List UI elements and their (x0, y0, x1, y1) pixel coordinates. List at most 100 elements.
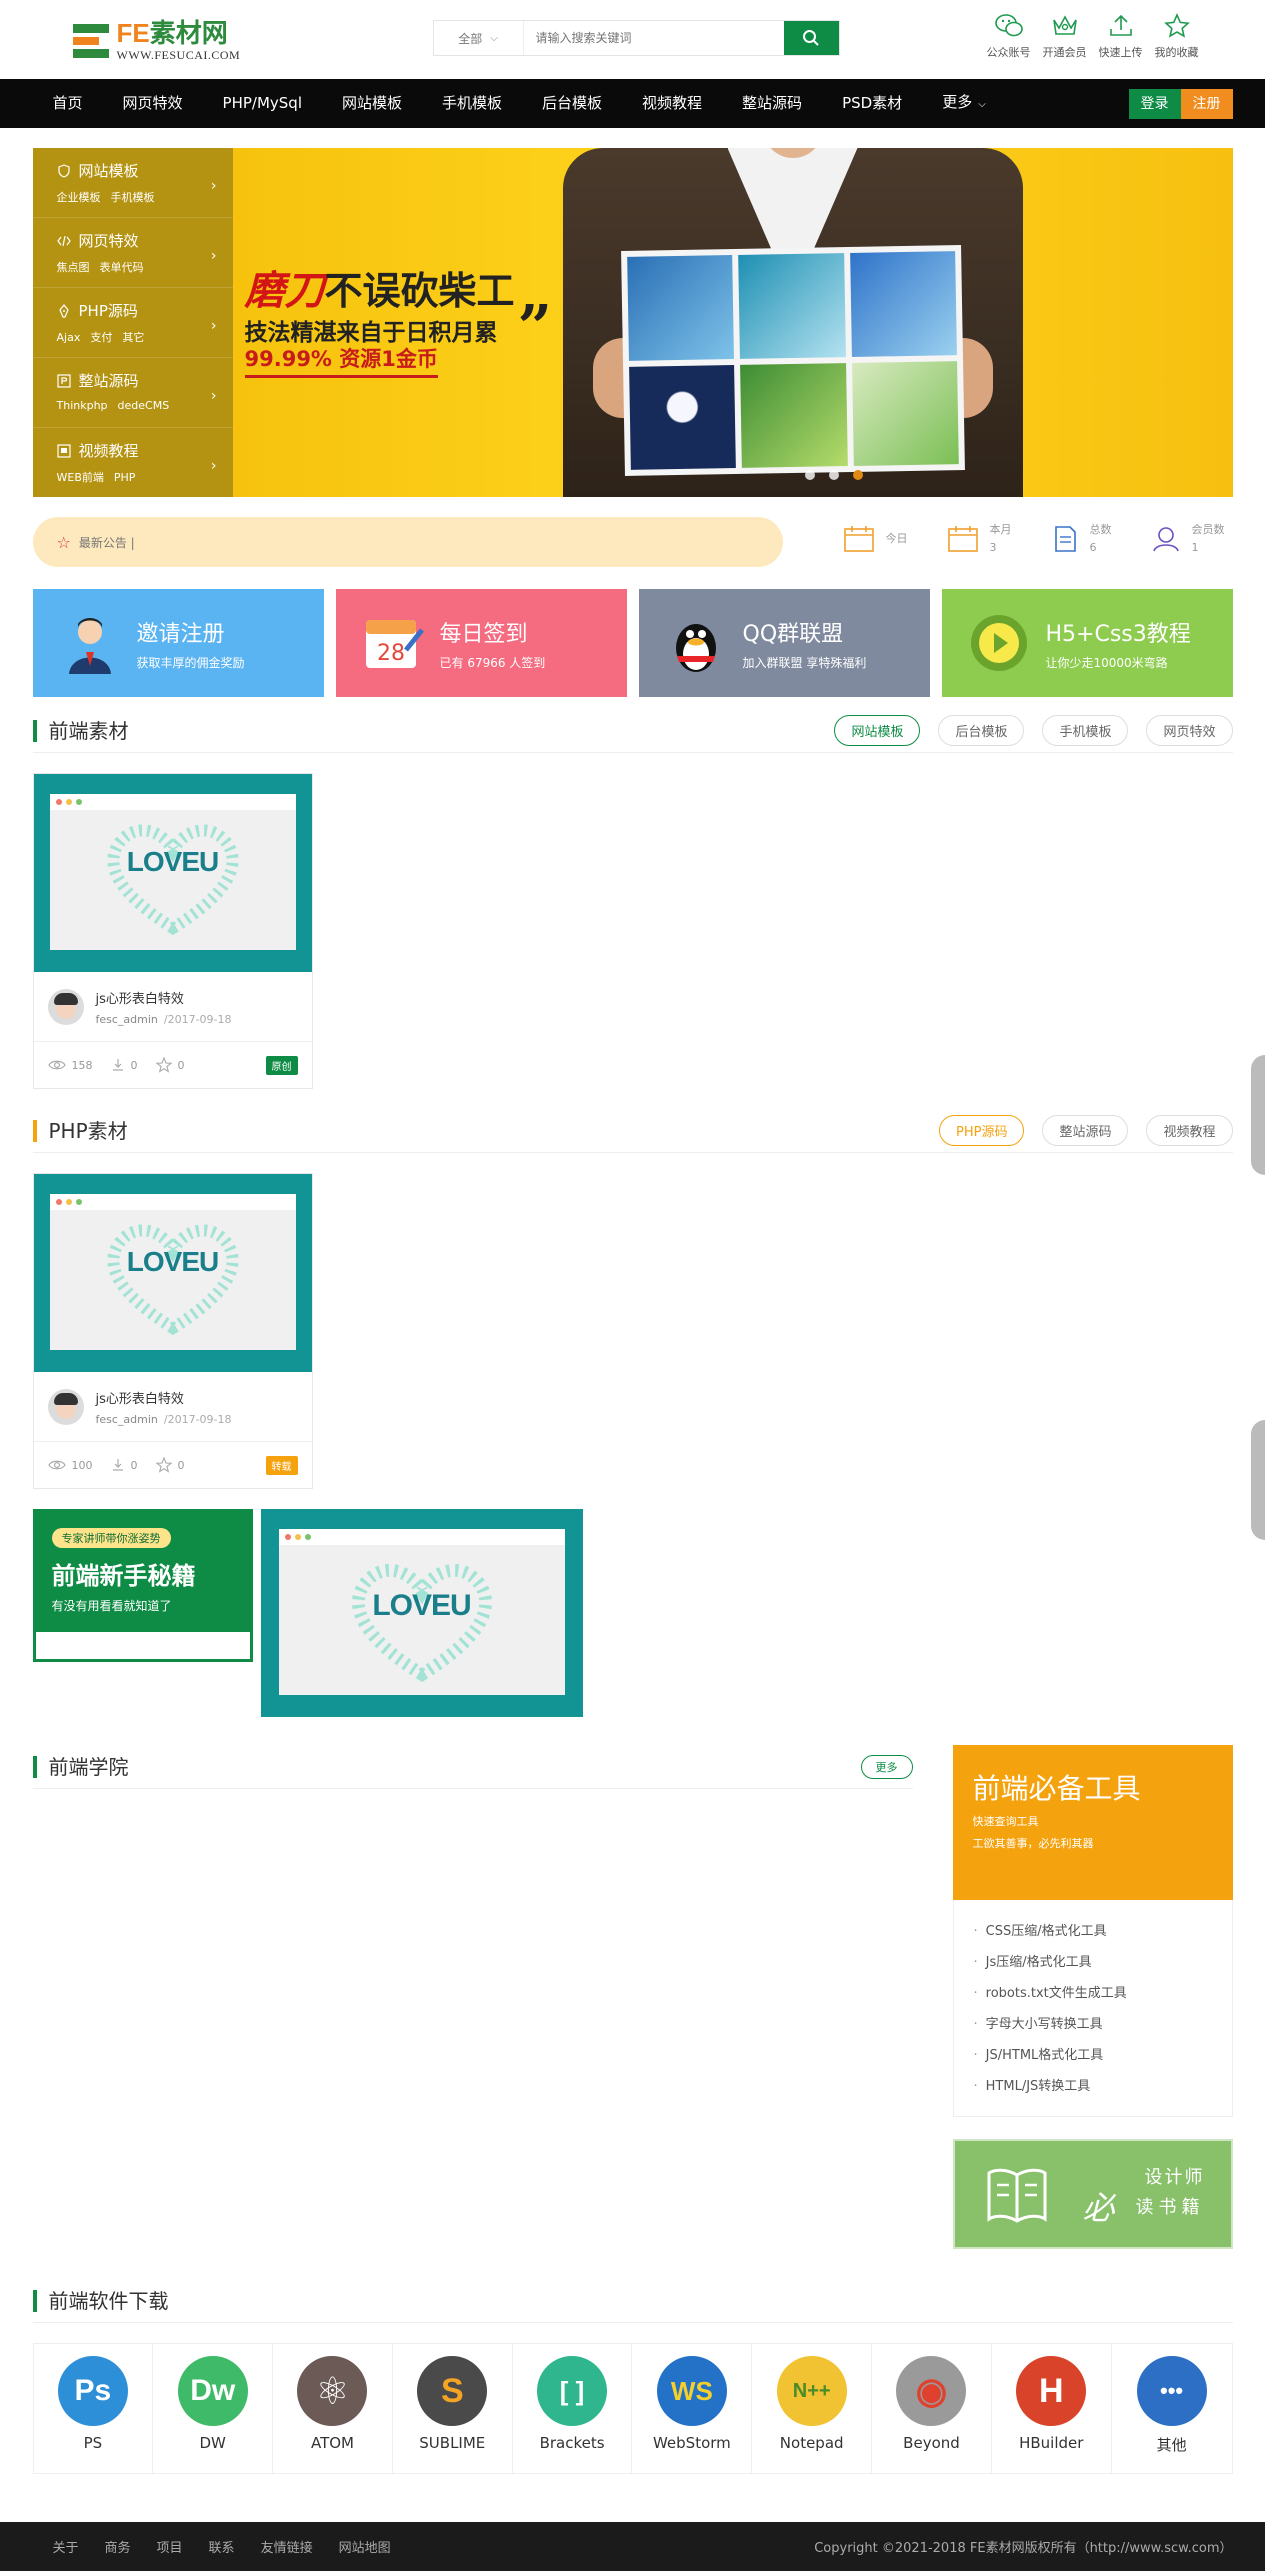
eye-icon (47, 1060, 66, 1070)
shield-icon (57, 163, 70, 178)
nav-item-home[interactable]: 首页 (33, 79, 103, 128)
quick-link-vip[interactable]: 开通会员 (1037, 12, 1093, 60)
software-item-sublime[interactable]: S SUBLIME (393, 2344, 513, 2473)
nav-item-admin-templates[interactable]: 后台模板 (522, 79, 622, 128)
promo-qq[interactable]: QQ群联盟 加入群联盟 享特殊福利 (638, 589, 930, 697)
search-input[interactable] (523, 21, 784, 55)
footer-link-about[interactable]: 关于 (53, 2537, 79, 2556)
chevron-right-icon: › (210, 318, 217, 334)
software-item-atom[interactable]: ⚛ ATOM (273, 2344, 393, 2473)
section-title: PHP素材 (32, 1119, 128, 1142)
card-favorites[interactable]: 0 (155, 1457, 185, 1473)
login-button[interactable]: 登录 (1128, 88, 1181, 119)
card-thumbnail[interactable]: LOVEU (33, 774, 312, 972)
ad-loveu[interactable]: LOVEU (260, 1509, 583, 1717)
promo-invite[interactable]: 邀请注册 获取丰厚的佣金奖励 (32, 589, 324, 697)
card-author[interactable]: fesc_admin (96, 1413, 158, 1426)
tool-link[interactable]: Js压缩/格式化工具 (974, 1947, 1212, 1978)
chevron-down-icon: ⌵ (490, 32, 498, 44)
footer-link-projects[interactable]: 项目 (157, 2537, 183, 2556)
photoshop-icon: Ps (57, 2356, 128, 2426)
nav-item-mobile-templates[interactable]: 手机模板 (422, 79, 522, 128)
eye-icon (47, 1460, 66, 1470)
resource-card[interactable]: LOVEU js心形表白特效 fesc_admin/2017-09-18 100… (32, 1173, 313, 1489)
banner-slide[interactable]: 磨刀不误砍柴工 技法精湛来自于日积月累 99.99% 资源1金币 ” (232, 148, 1233, 497)
section-title: 前端学院 (32, 1755, 129, 1778)
software-item-notepad[interactable]: N++ Notepad (752, 2344, 873, 2473)
banner-subline: 技法精湛来自于日积月累 (244, 320, 498, 346)
nav-item-site-templates[interactable]: 网站模板 (322, 79, 422, 128)
card-title[interactable]: js心形表白特效 (96, 988, 232, 1007)
nav-item-psd[interactable]: PSD素材 (822, 79, 922, 128)
site-logo[interactable]: FE素材网 WWW.FESUCAI.COM (72, 20, 241, 61)
slide-dot-active[interactable] (852, 470, 863, 480)
category-menu: 网站模板 企业模板 手机模板 › 网页特效 焦点图 表单代码 › PHP源码 Aja… (32, 148, 233, 498)
tool-link[interactable]: JS/HTML格式化工具 (974, 2040, 1212, 2071)
tab-effects[interactable]: 网页特效 (1146, 715, 1233, 746)
category-item-site-templates[interactable]: 网站模板 企业模板 手机模板 › (32, 148, 233, 218)
software-item-beyond[interactable]: ◉ Beyond (872, 2344, 992, 2473)
software-item-other[interactable]: ••• 其他 (1112, 2344, 1232, 2473)
tab-site-templates[interactable]: 网站模板 (834, 715, 921, 746)
nav-item-php[interactable]: PHP/MySql (203, 79, 322, 128)
category-item-effects[interactable]: 网页特效 焦点图 表单代码 › (32, 218, 233, 288)
book-icon (987, 2168, 1046, 2223)
software-item-hbuilder[interactable]: H HBuilder (992, 2344, 1112, 2473)
software-item-ps[interactable]: Ps PS (34, 2344, 154, 2473)
search-category-select[interactable]: 全部 ⌵ (434, 21, 524, 55)
promo-checkin[interactable]: 28 每日签到 已有 67966 人签到 (335, 589, 627, 697)
category-item-source[interactable]: 整站源码 Thinkphp dedeCMS › (32, 358, 233, 428)
nav-item-source[interactable]: 整站源码 (722, 79, 822, 128)
site-stats: 今日 本月 3 总数 6 会员数 1 (804, 521, 1225, 556)
card-favorites[interactable]: 0 (155, 1057, 185, 1073)
slide-dot[interactable] (804, 470, 815, 480)
notice-bar[interactable]: ☆ 最新公告 | (32, 517, 783, 567)
floating-side-tab[interactable] (1251, 1420, 1265, 1540)
tool-link[interactable]: robots.txt文件生成工具 (974, 1978, 1212, 2009)
footer-link-business[interactable]: 商务 (105, 2537, 131, 2556)
nav-item-more[interactable]: 更多 ⌵ (922, 78, 1006, 129)
badge-repost: 转载 (265, 1455, 298, 1475)
ads-row: 专家讲师带你涨姿势 前端新手秘籍 有没有用看看就知道了 LOVEU (32, 1509, 1233, 1717)
sublime-icon: S (417, 2356, 488, 2426)
footer-link-friends[interactable]: 友情链接 (261, 2537, 313, 2556)
category-item-videos[interactable]: 视频教程 WEB前端 PHP › (33, 428, 233, 498)
software-item-webstorm[interactable]: WS WebStorm (632, 2344, 753, 2473)
slide-dot[interactable] (828, 470, 839, 480)
tab-mobile-templates[interactable]: 手机模板 (1042, 715, 1129, 746)
card-title[interactable]: js心形表白特效 (96, 1388, 232, 1407)
category-item-php[interactable]: PHP源码 Ajax 支付 其它 › (32, 288, 233, 358)
tab-php-source[interactable]: PHP源码 (939, 1115, 1025, 1146)
tab-videos[interactable]: 视频教程 (1146, 1115, 1233, 1146)
footer-link-sitemap[interactable]: 网站地图 (339, 2537, 391, 2556)
ad-beginner-guide[interactable]: 专家讲师带你涨姿势 前端新手秘籍 有没有用看看就知道了 (32, 1509, 253, 1662)
resource-card[interactable]: LOVEU js心形表白特效 fesc_admin/2017-09-18 158… (32, 773, 313, 1089)
notepad-plus-icon: N++ (776, 2356, 847, 2426)
ad-designer-books[interactable]: 必 设计师 读书籍 (952, 2139, 1233, 2249)
star-icon (155, 1057, 172, 1073)
promo-h5-course[interactable]: H5+Css3教程 让你少走10000米弯路 (941, 589, 1233, 697)
quick-link-wechat[interactable]: 公众账号 (981, 12, 1037, 60)
nav-item-videos[interactable]: 视频教程 (622, 79, 722, 128)
nav-item-effects[interactable]: 网页特效 (103, 79, 203, 128)
floating-side-tab[interactable] (1251, 1055, 1265, 1175)
search-button[interactable] (783, 21, 839, 55)
card-author[interactable]: fesc_admin (96, 1013, 158, 1026)
tab-admin-templates[interactable]: 后台模板 (938, 715, 1025, 746)
quick-link-favorites[interactable]: 我的收藏 (1149, 12, 1205, 60)
avatar[interactable] (47, 1388, 84, 1425)
quick-link-upload[interactable]: 快速上传 (1093, 12, 1149, 60)
card-thumbnail[interactable]: LOVEU (33, 1174, 312, 1372)
avatar[interactable] (47, 988, 84, 1025)
tool-link[interactable]: CSS压缩/格式化工具 (974, 1916, 1212, 1947)
more-button[interactable]: 更多 (860, 1754, 913, 1779)
footer: 关于 商务 项目 联系 友情链接 网站地图 Copyright ©2021-20… (0, 2522, 1265, 2571)
register-button[interactable]: 注册 (1180, 88, 1233, 119)
tool-link[interactable]: HTML/JS转换工具 (974, 2071, 1212, 2102)
tab-site-source[interactable]: 整站源码 (1042, 1115, 1129, 1146)
software-item-dw[interactable]: Dw DW (153, 2344, 274, 2473)
software-item-brackets[interactable]: [ ] Brackets (513, 2344, 633, 2473)
footer-link-contact[interactable]: 联系 (209, 2537, 235, 2556)
card-views: 100 (47, 1459, 93, 1472)
tool-link[interactable]: 字母大小写转换工具 (974, 2009, 1212, 2040)
